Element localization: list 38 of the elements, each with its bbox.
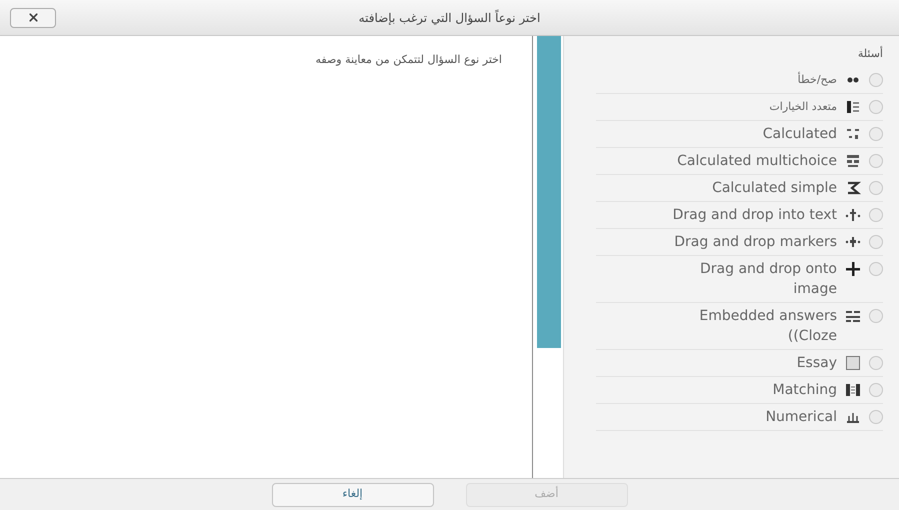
list-icon [845,98,861,114]
formula-icon [845,180,861,196]
radio-button[interactable] [869,262,883,276]
radio-button[interactable] [869,410,883,424]
radio-button[interactable] [869,126,883,140]
question-type-label[interactable]: Calculated multichoice [657,150,837,170]
question-type-label[interactable]: Calculated [657,124,837,144]
list-heading: أسئلة [858,46,883,62]
close-button[interactable] [10,8,56,28]
radio-button[interactable] [869,100,883,114]
question-type-label[interactable]: Drag and drop onto image [657,258,837,298]
window-title: اختر نوعاً السؤال التي ترغب بإضافته [358,8,540,26]
question-type-label[interactable]: Calculated simple [657,178,837,198]
question-type-label[interactable]: Drag and drop markers [657,232,837,252]
plus-icon [845,260,861,276]
cancel-button[interactable]: إلغاء [272,482,434,506]
close-icon [26,11,40,24]
radio-button[interactable] [869,154,883,168]
question-type-label[interactable]: متعدد الخيارات [657,96,837,116]
matching-icon [845,382,861,398]
radio-button[interactable] [869,382,883,396]
radio-button[interactable] [869,234,883,248]
radio-button[interactable] [869,72,883,86]
question-type-label[interactable]: Drag and drop into text [657,204,837,224]
drag-icon [845,206,861,222]
question-type-label[interactable]: Matching [657,380,837,400]
question-type-label[interactable]: Numerical [657,406,837,426]
radio-button[interactable] [869,180,883,194]
radio-button[interactable] [869,308,883,322]
question-type-label[interactable]: Essay [657,352,837,372]
question-type-label[interactable]: Embedded answers ((Cloze [657,306,837,346]
question-type-label[interactable]: صح/خطأ [657,70,837,90]
description-text: اختر نوع السؤال لتتمكن من معاينة وصفه [316,52,502,68]
radio-button[interactable] [869,356,883,370]
formula-list-icon [845,152,861,168]
scrollbar-thumb[interactable] [537,36,561,348]
radio-button[interactable] [869,208,883,222]
text-box-icon [845,354,861,370]
